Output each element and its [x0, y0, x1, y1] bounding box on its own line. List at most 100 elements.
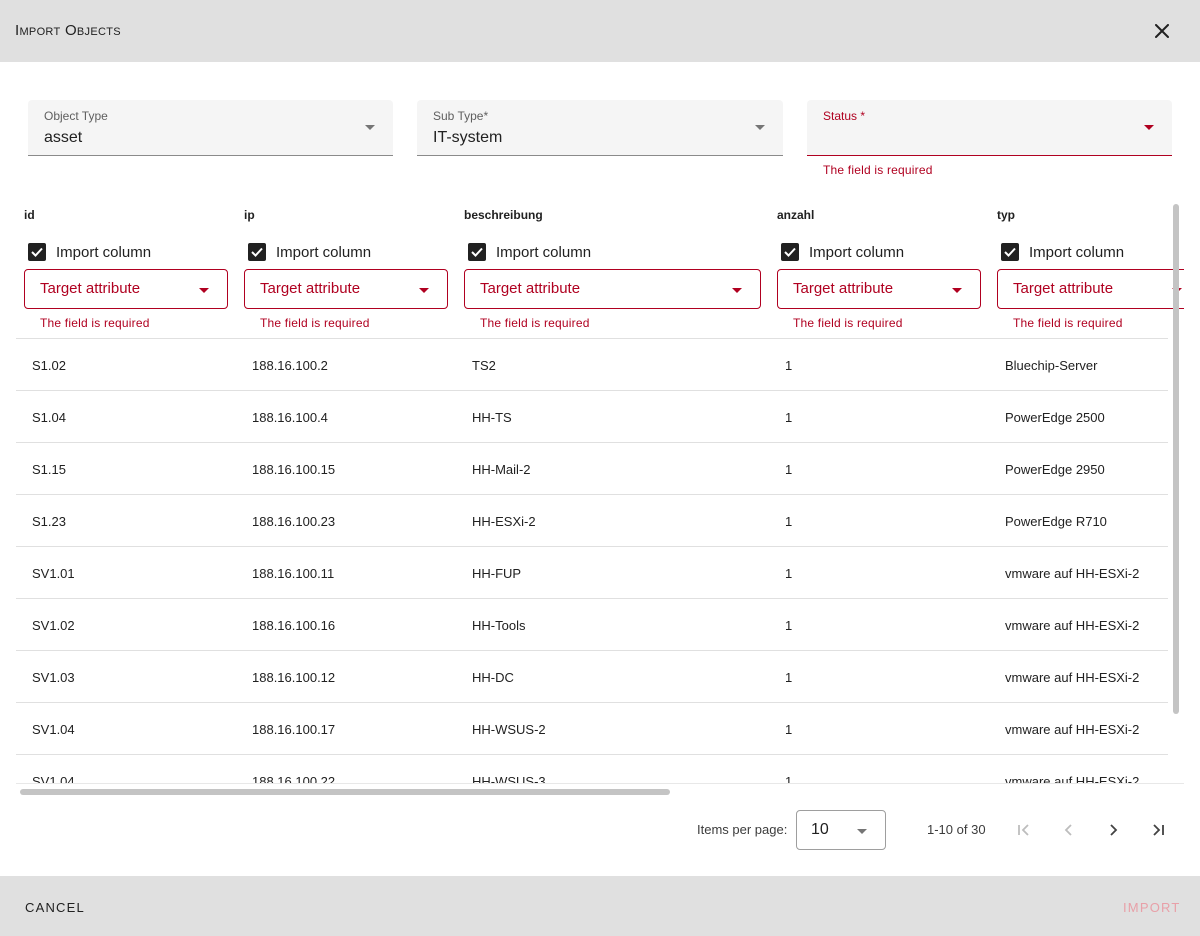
cell-ip: 188.16.100.16	[252, 618, 336, 633]
cell-anzahl: 1	[785, 670, 793, 685]
import-column-checkbox-typ[interactable]: Import column	[1001, 243, 1124, 261]
sub-type-select[interactable]: Sub Type* IT-system	[417, 100, 783, 156]
checkbox[interactable]	[28, 243, 46, 261]
import-column-checkbox-beschreibung[interactable]: Import column	[468, 243, 591, 261]
last-page-button[interactable]	[1143, 815, 1173, 845]
cell-anzahl: 1	[785, 410, 793, 425]
cell-beschreibung: HH-TS	[472, 410, 512, 425]
table-row: S1.23 188.16.100.23 HH-ESXi-2 1 PowerEdg…	[16, 494, 1168, 546]
check-icon	[784, 247, 796, 257]
items-per-page-value: 10	[811, 821, 829, 838]
cell-ip: 188.16.100.17	[252, 722, 336, 737]
chevron-left-icon	[1064, 824, 1072, 836]
cancel-button[interactable]: CANCEL	[25, 900, 85, 915]
cell-ip: 188.16.100.2	[252, 358, 328, 373]
object-type-label: Object Type	[44, 109, 108, 123]
target-attribute-placeholder: Target attribute	[480, 280, 581, 297]
dropdown-arrow-icon	[419, 288, 429, 293]
checkbox[interactable]	[248, 243, 266, 261]
import-table: id ip beschreibung anzahl typ Import col…	[16, 196, 1184, 798]
dropdown-arrow-icon	[952, 288, 962, 293]
target-attribute-placeholder: Target attribute	[1013, 280, 1114, 297]
cell-anzahl: 1	[785, 462, 793, 477]
dialog-title: Import Objects	[15, 22, 121, 39]
close-button[interactable]	[1148, 17, 1176, 45]
status-select[interactable]: Status *	[807, 100, 1172, 156]
items-per-page-label: Items per page:	[697, 822, 788, 837]
items-per-page-select[interactable]: 10	[796, 810, 886, 850]
previous-page-button[interactable]	[1054, 815, 1084, 845]
dropdown-arrow-icon	[365, 125, 375, 130]
next-page-button[interactable]	[1098, 815, 1128, 845]
import-column-checkbox-id[interactable]: Import column	[28, 243, 151, 261]
target-attribute-error: The field is required	[40, 316, 150, 330]
cell-typ: PowerEdge 2950	[1005, 462, 1105, 477]
cell-id: S1.23	[32, 514, 66, 529]
column-header-typ: typ	[997, 208, 1015, 222]
dropdown-arrow-icon	[732, 288, 742, 293]
import-objects-dialog: Import Objects Object Type asset Sub Typ…	[0, 0, 1200, 936]
status-error: The field is required	[823, 163, 933, 177]
check-icon	[1004, 247, 1016, 257]
target-attribute-select-ip[interactable]: Target attribute	[244, 269, 448, 309]
horizontal-scrollbar[interactable]	[20, 789, 670, 795]
cell-typ: vmware auf HH-ESXi-2	[1005, 618, 1140, 633]
target-attribute-error: The field is required	[1013, 316, 1123, 330]
vertical-scrollbar[interactable]	[1173, 204, 1179, 714]
column-header-anzahl: anzahl	[777, 208, 815, 222]
column-header-ip: ip	[244, 208, 255, 222]
table-row: S1.15 188.16.100.15 HH-Mail-2 1 PowerEdg…	[16, 442, 1168, 494]
cell-id: SV1.02	[32, 618, 75, 633]
cell-id: S1.02	[32, 358, 66, 373]
target-attribute-select-beschreibung[interactable]: Target attribute	[464, 269, 761, 309]
import-column-label: Import column	[809, 243, 905, 261]
first-page-icon	[1018, 824, 1029, 836]
import-column-checkbox-anzahl[interactable]: Import column	[781, 243, 904, 261]
checkbox[interactable]	[781, 243, 799, 261]
check-icon	[251, 247, 263, 257]
target-attribute-select-anzahl[interactable]: Target attribute	[777, 269, 981, 309]
table-row: SV1.01 188.16.100.11 HH-FUP 1 vmware auf…	[16, 546, 1168, 598]
cell-beschreibung: HH-DC	[472, 670, 514, 685]
checkbox[interactable]	[1001, 243, 1019, 261]
status-label: Status *	[823, 109, 866, 123]
last-page-icon	[1153, 824, 1164, 836]
target-attribute-placeholder: Target attribute	[260, 280, 361, 297]
cell-id: S1.04	[32, 410, 66, 425]
horizontal-scrollbar-track[interactable]	[16, 783, 1184, 798]
cell-beschreibung: HH-WSUS-2	[472, 722, 546, 737]
table-row: SV1.04 188.16.100.17 HH-WSUS-2 1 vmware …	[16, 702, 1168, 754]
import-button[interactable]: IMPORT	[1123, 900, 1181, 915]
dialog-header: Import Objects	[0, 0, 1200, 62]
check-icon	[31, 247, 43, 257]
dialog-footer: CANCEL IMPORT	[0, 876, 1200, 936]
cell-typ: PowerEdge R710	[1005, 514, 1107, 529]
cell-ip: 188.16.100.12	[252, 670, 336, 685]
table-row: SV1.02 188.16.100.16 HH-Tools 1 vmware a…	[16, 598, 1168, 650]
cell-ip: 188.16.100.4	[252, 410, 328, 425]
object-type-value: asset	[44, 129, 83, 146]
cell-ip: 188.16.100.23	[252, 514, 336, 529]
target-attribute-select-typ[interactable]: Target attribute	[997, 269, 1184, 309]
table-row: SV1.03 188.16.100.12 HH-DC 1 vmware auf …	[16, 650, 1168, 702]
cell-ip: 188.16.100.11	[252, 566, 335, 581]
object-type-select[interactable]: Object Type asset	[28, 100, 393, 156]
dropdown-arrow-icon	[857, 829, 867, 834]
sub-type-label: Sub Type*	[433, 109, 489, 123]
dropdown-arrow-icon	[1144, 125, 1154, 130]
target-attribute-select-id[interactable]: Target attribute	[24, 269, 228, 309]
cell-anzahl: 1	[785, 358, 793, 373]
cell-beschreibung: TS2	[472, 358, 496, 373]
cell-typ: vmware auf HH-ESXi-2	[1005, 722, 1140, 737]
import-column-checkbox-ip[interactable]: Import column	[248, 243, 371, 261]
import-column-label: Import column	[56, 243, 152, 261]
first-page-button[interactable]	[1009, 815, 1039, 845]
checkbox[interactable]	[468, 243, 486, 261]
cell-id: S1.15	[32, 462, 66, 477]
target-attribute-placeholder: Target attribute	[40, 280, 141, 297]
cell-id: SV1.03	[32, 670, 75, 685]
sub-type-value: IT-system	[433, 129, 503, 146]
cell-anzahl: 1	[785, 722, 793, 737]
cell-id: SV1.01	[32, 566, 75, 581]
dropdown-arrow-icon	[755, 125, 765, 130]
